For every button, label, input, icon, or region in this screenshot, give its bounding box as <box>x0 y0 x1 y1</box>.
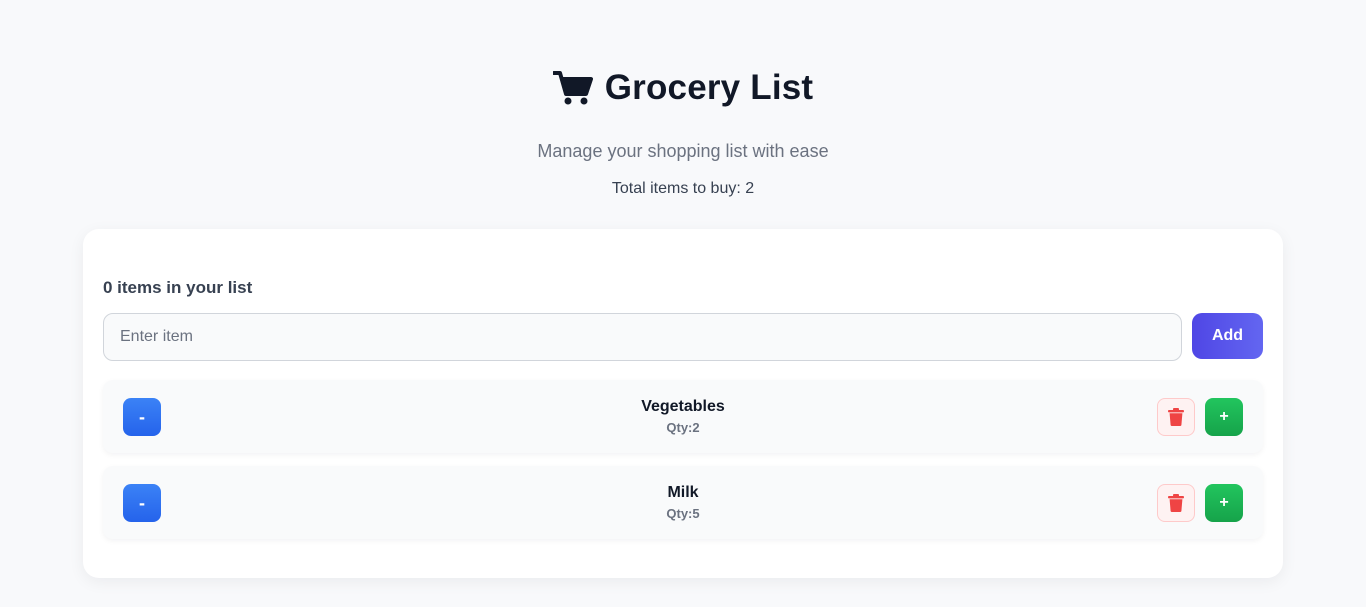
add-item-row: Add <box>103 313 1263 361</box>
trash-icon <box>1168 494 1184 512</box>
quantity-prefix: Qty: <box>666 506 693 521</box>
item-quantity: Qty:2 <box>103 419 1263 437</box>
add-button[interactable]: Add <box>1192 313 1263 359</box>
increase-quantity-button[interactable]: + <box>1205 484 1243 522</box>
item-info: Milk Qty:5 <box>103 483 1263 523</box>
item-name: Milk <box>667 484 699 501</box>
item-name: Vegetables <box>641 398 725 415</box>
quantity-prefix: Qty: <box>666 420 693 435</box>
page-title: Grocery List <box>604 68 814 107</box>
delete-item-button[interactable] <box>1157 484 1195 522</box>
page-subtitle: Manage your shopping list with ease <box>537 141 829 161</box>
delete-item-button[interactable] <box>1157 398 1195 436</box>
list-item: - Milk Qty:5 + <box>103 466 1263 539</box>
title-row: Grocery List <box>0 68 1366 108</box>
item-info: Vegetables Qty:2 <box>103 397 1263 437</box>
trash-icon <box>1168 408 1184 426</box>
total-items-label: Total items to buy: 2 <box>611 180 755 197</box>
shopping-cart-icon <box>552 70 593 106</box>
list-item: - Vegetables Qty:2 + <box>103 380 1263 453</box>
items-count-label: 0 items in your list <box>103 278 253 297</box>
increase-quantity-button[interactable]: + <box>1205 398 1243 436</box>
item-quantity: Qty:5 <box>103 505 1263 523</box>
quantity-value: 5 <box>692 506 700 521</box>
quantity-value: 2 <box>692 420 700 435</box>
item-input[interactable] <box>103 313 1182 361</box>
grocery-items-list: - Vegetables Qty:2 + - Milk Qty:5 + <box>103 380 1263 552</box>
grocery-list-card: 0 items in your list Add - Vegetables Qt… <box>83 229 1283 578</box>
